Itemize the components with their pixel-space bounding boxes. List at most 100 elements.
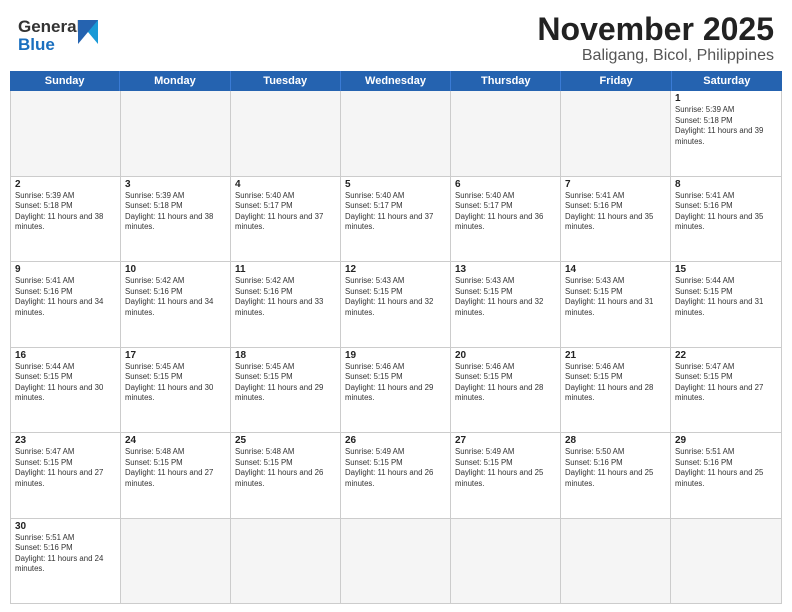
cell-info: Sunrise: 5:40 AMSunset: 5:17 PMDaylight:… — [235, 191, 336, 233]
cell-info: Sunrise: 5:47 AMSunset: 5:15 PMDaylight:… — [675, 362, 777, 404]
header-wednesday: Wednesday — [341, 71, 451, 91]
calendar-cell — [121, 91, 231, 175]
day-number: 26 — [345, 435, 446, 446]
day-number: 28 — [565, 435, 666, 446]
cell-info: Sunrise: 5:46 AMSunset: 5:15 PMDaylight:… — [455, 362, 556, 404]
day-number: 12 — [345, 264, 446, 275]
calendar-cell — [671, 519, 781, 603]
day-number: 8 — [675, 179, 777, 190]
header-saturday: Saturday — [672, 71, 782, 91]
cell-info: Sunrise: 5:47 AMSunset: 5:15 PMDaylight:… — [15, 447, 116, 489]
day-number: 11 — [235, 264, 336, 275]
calendar-row: 1Sunrise: 5:39 AMSunset: 5:18 PMDaylight… — [11, 91, 781, 176]
cell-info: Sunrise: 5:49 AMSunset: 5:15 PMDaylight:… — [345, 447, 446, 489]
header-thursday: Thursday — [451, 71, 561, 91]
calendar-cell: 24Sunrise: 5:48 AMSunset: 5:15 PMDayligh… — [121, 433, 231, 517]
calendar-cell — [451, 519, 561, 603]
calendar-cell — [451, 91, 561, 175]
cell-info: Sunrise: 5:48 AMSunset: 5:15 PMDaylight:… — [125, 447, 226, 489]
calendar-cell — [561, 519, 671, 603]
calendar-cell: 19Sunrise: 5:46 AMSunset: 5:15 PMDayligh… — [341, 348, 451, 432]
cell-info: Sunrise: 5:46 AMSunset: 5:15 PMDaylight:… — [565, 362, 666, 404]
calendar-cell — [11, 91, 121, 175]
logo: General Blue — [18, 12, 108, 56]
day-number: 4 — [235, 179, 336, 190]
calendar-cell: 20Sunrise: 5:46 AMSunset: 5:15 PMDayligh… — [451, 348, 561, 432]
calendar-cell: 26Sunrise: 5:49 AMSunset: 5:15 PMDayligh… — [341, 433, 451, 517]
day-number: 2 — [15, 179, 116, 190]
calendar-cell: 22Sunrise: 5:47 AMSunset: 5:15 PMDayligh… — [671, 348, 781, 432]
calendar-cell: 28Sunrise: 5:50 AMSunset: 5:16 PMDayligh… — [561, 433, 671, 517]
day-number: 14 — [565, 264, 666, 275]
calendar-cell: 17Sunrise: 5:45 AMSunset: 5:15 PMDayligh… — [121, 348, 231, 432]
day-number: 30 — [15, 521, 116, 532]
day-number: 5 — [345, 179, 446, 190]
cell-info: Sunrise: 5:45 AMSunset: 5:15 PMDaylight:… — [125, 362, 226, 404]
calendar-cell: 1Sunrise: 5:39 AMSunset: 5:18 PMDaylight… — [671, 91, 781, 175]
day-number: 29 — [675, 435, 777, 446]
calendar-body: 1Sunrise: 5:39 AMSunset: 5:18 PMDaylight… — [10, 91, 782, 604]
calendar-header: Sunday Monday Tuesday Wednesday Thursday… — [10, 71, 782, 91]
calendar-cell: 4Sunrise: 5:40 AMSunset: 5:17 PMDaylight… — [231, 177, 341, 261]
cell-info: Sunrise: 5:44 AMSunset: 5:15 PMDaylight:… — [675, 276, 777, 318]
day-number: 23 — [15, 435, 116, 446]
cell-info: Sunrise: 5:41 AMSunset: 5:16 PMDaylight:… — [675, 191, 777, 233]
cell-info: Sunrise: 5:46 AMSunset: 5:15 PMDaylight:… — [345, 362, 446, 404]
day-number: 27 — [455, 435, 556, 446]
cell-info: Sunrise: 5:41 AMSunset: 5:16 PMDaylight:… — [15, 276, 116, 318]
day-number: 15 — [675, 264, 777, 275]
calendar-row: 23Sunrise: 5:47 AMSunset: 5:15 PMDayligh… — [11, 433, 781, 518]
header-tuesday: Tuesday — [231, 71, 341, 91]
cell-info: Sunrise: 5:43 AMSunset: 5:15 PMDaylight:… — [345, 276, 446, 318]
calendar-row: 30Sunrise: 5:51 AMSunset: 5:16 PMDayligh… — [11, 519, 781, 603]
calendar-cell: 8Sunrise: 5:41 AMSunset: 5:16 PMDaylight… — [671, 177, 781, 261]
calendar-cell: 12Sunrise: 5:43 AMSunset: 5:15 PMDayligh… — [341, 262, 451, 346]
calendar-cell: 9Sunrise: 5:41 AMSunset: 5:16 PMDaylight… — [11, 262, 121, 346]
page: General Blue November 2025 Baligang, Bic… — [0, 0, 792, 612]
calendar-cell — [121, 519, 231, 603]
cell-info: Sunrise: 5:39 AMSunset: 5:18 PMDaylight:… — [125, 191, 226, 233]
calendar-cell: 30Sunrise: 5:51 AMSunset: 5:16 PMDayligh… — [11, 519, 121, 603]
calendar-cell: 25Sunrise: 5:48 AMSunset: 5:15 PMDayligh… — [231, 433, 341, 517]
day-number: 6 — [455, 179, 556, 190]
cell-info: Sunrise: 5:49 AMSunset: 5:15 PMDaylight:… — [455, 447, 556, 489]
calendar-row: 16Sunrise: 5:44 AMSunset: 5:15 PMDayligh… — [11, 348, 781, 433]
calendar-cell: 13Sunrise: 5:43 AMSunset: 5:15 PMDayligh… — [451, 262, 561, 346]
calendar: Sunday Monday Tuesday Wednesday Thursday… — [10, 71, 782, 604]
calendar-title: November 2025 — [537, 12, 774, 47]
calendar-row: 2 Sunrise: 5:39 AMSunset: 5:18 PMDaylight… — [11, 177, 781, 262]
cell-info: Sunrise: 5:39 AMSunset: 5:18 PMDaylight:… — [675, 105, 777, 147]
cell-info: Sunrise: 5:41 AMSunset: 5:16 PMDaylight:… — [565, 191, 666, 233]
calendar-row: 9Sunrise: 5:41 AMSunset: 5:16 PMDaylight… — [11, 262, 781, 347]
calendar-cell: 23Sunrise: 5:47 AMSunset: 5:15 PMDayligh… — [11, 433, 121, 517]
day-number: 21 — [565, 350, 666, 361]
cell-info: Sunrise: 5:51 AMSunset: 5:16 PMDaylight:… — [675, 447, 777, 489]
day-number: 25 — [235, 435, 336, 446]
day-number: 16 — [15, 350, 116, 361]
day-number: 22 — [675, 350, 777, 361]
day-number: 17 — [125, 350, 226, 361]
cell-info: Sunrise: 5:42 AMSunset: 5:16 PMDaylight:… — [235, 276, 336, 318]
cell-info: Sunrise: 5:40 AMSunset: 5:17 PMDaylight:… — [455, 191, 556, 233]
calendar-cell: 16Sunrise: 5:44 AMSunset: 5:15 PMDayligh… — [11, 348, 121, 432]
calendar-cell: 11Sunrise: 5:42 AMSunset: 5:16 PMDayligh… — [231, 262, 341, 346]
cell-info: Sunrise: 5:50 AMSunset: 5:16 PMDaylight:… — [565, 447, 666, 489]
calendar-cell — [231, 519, 341, 603]
day-number: 7 — [565, 179, 666, 190]
svg-text:Blue: Blue — [18, 35, 55, 54]
svg-text:General: General — [18, 17, 81, 36]
logo-svg: General Blue — [18, 12, 108, 56]
calendar-cell: 10Sunrise: 5:42 AMSunset: 5:16 PMDayligh… — [121, 262, 231, 346]
day-number: 13 — [455, 264, 556, 275]
day-number: 10 — [125, 264, 226, 275]
day-number: 24 — [125, 435, 226, 446]
cell-info: Sunrise: 5:44 AMSunset: 5:15 PMDaylight:… — [15, 362, 116, 404]
day-number: 20 — [455, 350, 556, 361]
day-number: 1 — [675, 93, 777, 104]
calendar-cell — [231, 91, 341, 175]
calendar-subtitle: Baligang, Bicol, Philippines — [537, 47, 774, 65]
header-monday: Monday — [120, 71, 230, 91]
header-sunday: Sunday — [10, 71, 120, 91]
calendar-cell: 2Sunrise: 5:39 AMSunset: 5:18 PMDaylight… — [11, 177, 121, 261]
calendar-cell: 5Sunrise: 5:40 AMSunset: 5:17 PMDaylight… — [341, 177, 451, 261]
